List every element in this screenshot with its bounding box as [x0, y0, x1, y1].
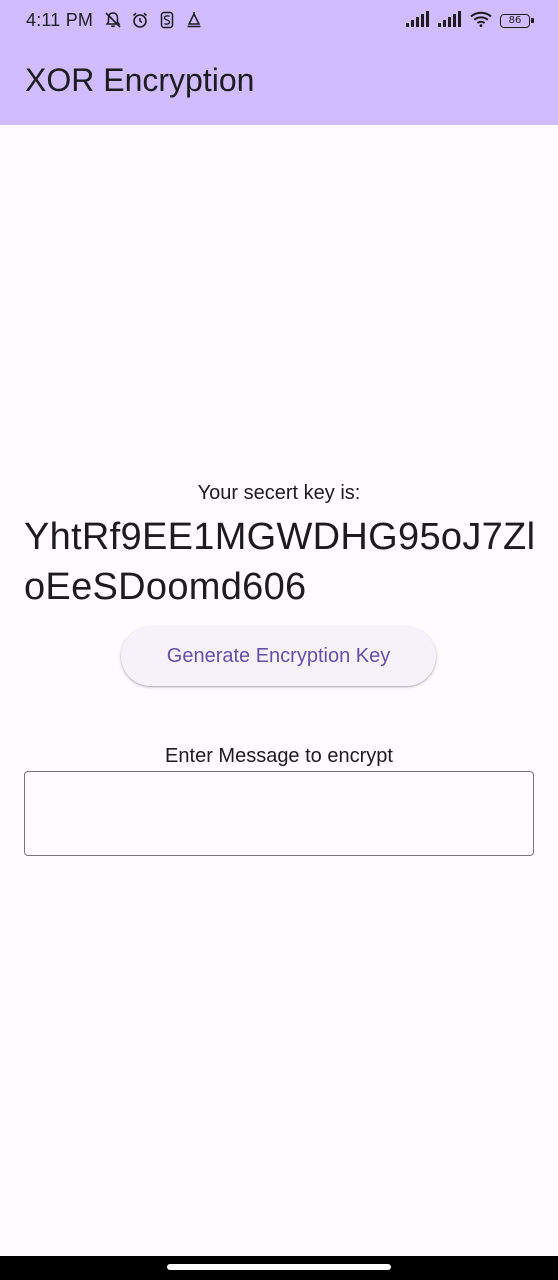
- status-bar: 4:11 PM 86: [0, 0, 558, 42]
- bell-icon: [185, 11, 203, 29]
- home-gesture-handle[interactable]: [167, 1264, 391, 1270]
- app-bar: 4:11 PM 86 XOR Encryption: [0, 0, 558, 125]
- battery-level: 86: [508, 15, 522, 26]
- message-input-label: Enter Message to encrypt: [165, 745, 393, 767]
- generate-key-button[interactable]: Generate Encryption Key: [121, 627, 436, 686]
- secret-key-value: YhtRf9EE1MGWDHG95oJ7ZloEeSDoomd606: [24, 516, 536, 608]
- app-title: XOR Encryption: [25, 62, 255, 98]
- signal-icon: [438, 10, 462, 32]
- notifications-muted-icon: [104, 11, 122, 29]
- navigation-bar: [0, 1256, 558, 1280]
- signal-icon: [406, 10, 430, 32]
- wifi-icon: [470, 11, 492, 32]
- status-time: 4:11 PM: [26, 10, 94, 30]
- message-input[interactable]: [24, 771, 534, 856]
- sim-icon: [158, 11, 176, 29]
- status-system-icons: 86: [406, 10, 534, 32]
- battery-icon: 86: [500, 14, 534, 28]
- secret-key-caption: Your secert key is:: [197, 482, 361, 504]
- alarm-icon: [131, 11, 149, 29]
- status-notification-icons: [104, 10, 203, 30]
